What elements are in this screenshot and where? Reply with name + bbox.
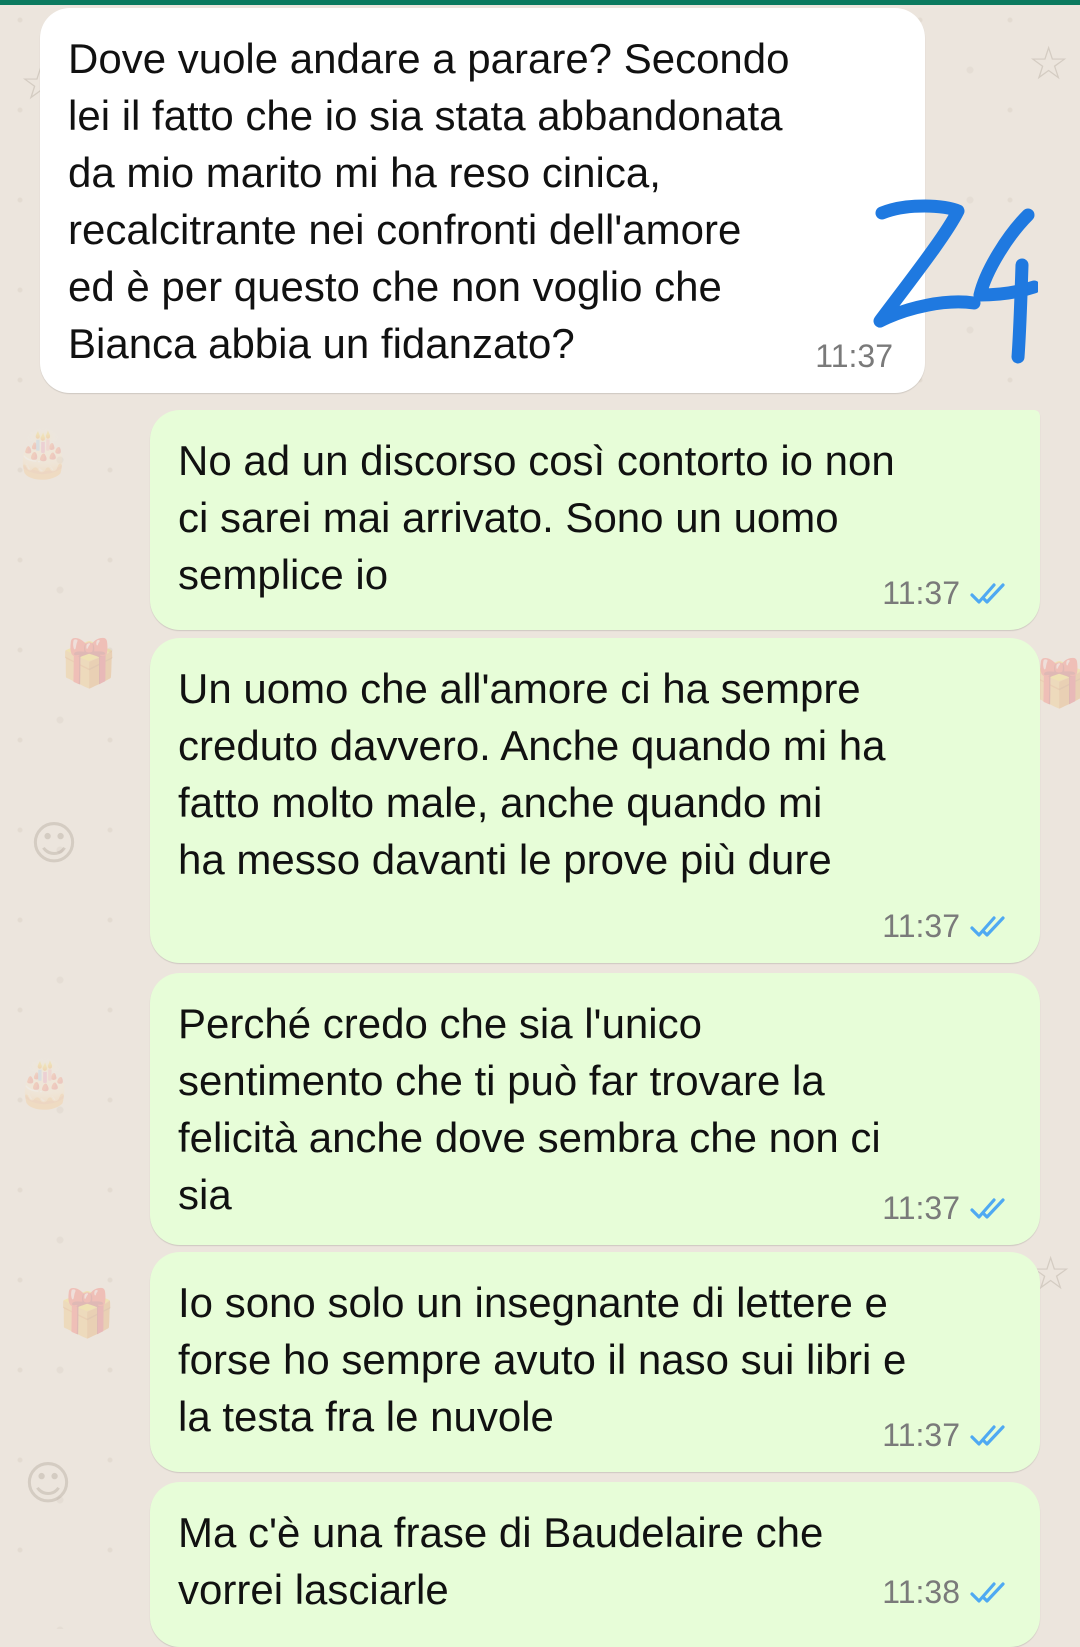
message-time: 11:37	[882, 1190, 960, 1226]
message-time: 11:37	[882, 1417, 960, 1453]
message-time: 11:37	[882, 575, 960, 611]
wallpaper-doodle-icon: 🎂	[14, 426, 72, 480]
double-check-read-icon	[970, 582, 1005, 604]
double-check-read-icon	[970, 1424, 1005, 1446]
message-meta: 11:38	[882, 1574, 1008, 1611]
message-time: 11:37	[882, 908, 960, 944]
wallpaper-doodle-icon: ☺	[24, 1456, 72, 1510]
wallpaper-doodle-icon: 🎁	[58, 1286, 116, 1340]
double-check-read-icon	[970, 1581, 1005, 1603]
message-meta: 11:37	[882, 908, 1008, 945]
message-bubble-outgoing[interactable]: Un uomo che all'amore ci ha sempre credu…	[150, 638, 1040, 963]
message-time: 11:38	[882, 1574, 960, 1610]
message-bubble-outgoing[interactable]: Ma c'è una frase di Baudelaire che vorre…	[150, 1482, 1040, 1647]
message-bubble-outgoing[interactable]: Io sono solo un insegnante di lettere e …	[150, 1252, 1040, 1472]
message-meta: 11:37	[882, 1190, 1008, 1227]
wallpaper-doodle-icon: 🎂	[16, 1056, 74, 1110]
message-text: Un uomo che all'amore ci ha sempre credu…	[178, 665, 886, 883]
wallpaper-doodle-icon: ☺	[30, 816, 78, 870]
double-check-read-icon	[970, 915, 1005, 937]
message-bubble-outgoing[interactable]: No ad un discorso così contorto io non c…	[150, 410, 1040, 630]
message-text: Dove vuole andare a parare? Secondo lei …	[68, 35, 790, 367]
double-check-read-icon	[970, 1197, 1005, 1219]
message-meta: 11:37	[882, 1417, 1008, 1454]
wallpaper-doodle-icon: 🎁	[60, 636, 118, 690]
message-bubble-outgoing[interactable]: Perché credo che sia l'unico sentimento …	[150, 973, 1040, 1245]
message-text: Perché credo che sia l'unico sentimento …	[178, 1000, 881, 1218]
handwritten-annotation-24	[873, 199, 1038, 364]
message-bubble-incoming[interactable]: Dove vuole andare a parare? Secondo lei …	[40, 8, 925, 393]
top-accent-bar	[0, 0, 1080, 5]
wallpaper-doodle-icon: ☆	[1028, 36, 1070, 90]
message-meta: 11:37	[882, 575, 1008, 612]
